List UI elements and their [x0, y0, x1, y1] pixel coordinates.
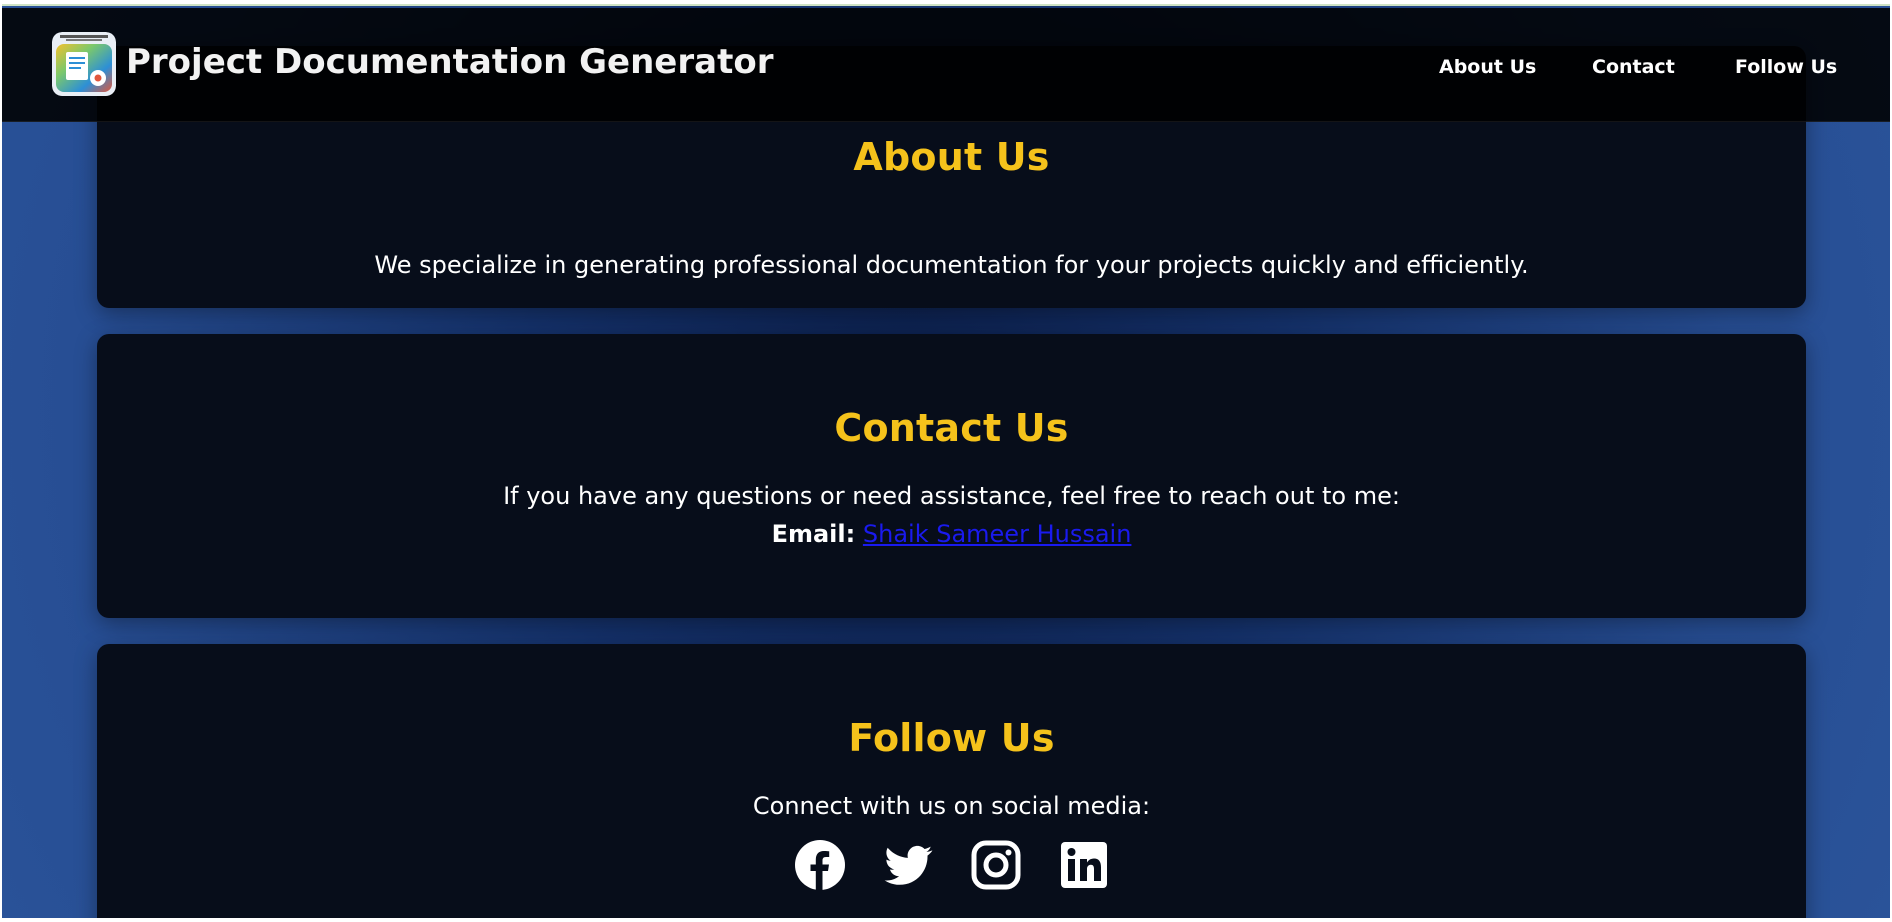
contact-section: Contact Us If you have any questions or … — [97, 334, 1806, 618]
twitter-icon[interactable] — [883, 840, 933, 890]
follow-text: Connect with us on social media: — [752, 792, 1151, 820]
document-gear-icon[interactable] — [52, 32, 116, 96]
nav-follow-us[interactable]: Follow Us — [1735, 56, 1837, 78]
nav-contact[interactable]: Contact — [1592, 56, 1675, 78]
follow-section: Follow Us Connect with us on social medi… — [97, 644, 1806, 918]
page-frame: About Us We specialize in generating pro… — [2, 4, 1890, 918]
social-icons — [97, 840, 1806, 890]
about-text: We specialize in generating professional… — [374, 251, 1529, 279]
contact-title: Contact Us — [834, 406, 1069, 450]
instagram-icon[interactable] — [971, 840, 1021, 890]
facebook-icon[interactable] — [794, 840, 845, 890]
email-label: Email: — [771, 520, 856, 548]
email-line: Email: Shaik Sameer Hussain — [97, 520, 1806, 548]
top-navbar: Project Documentation Generator About Us… — [2, 8, 1890, 122]
about-title: About Us — [853, 135, 1050, 179]
app-title: Project Documentation Generator — [126, 42, 774, 82]
email-link[interactable]: Shaik Sameer Hussain — [863, 520, 1132, 548]
contact-intro: If you have any questions or need assist… — [503, 482, 1400, 510]
follow-title: Follow Us — [848, 716, 1055, 760]
nav-about-us[interactable]: About Us — [1439, 56, 1536, 78]
linkedin-icon[interactable] — [1059, 840, 1109, 890]
